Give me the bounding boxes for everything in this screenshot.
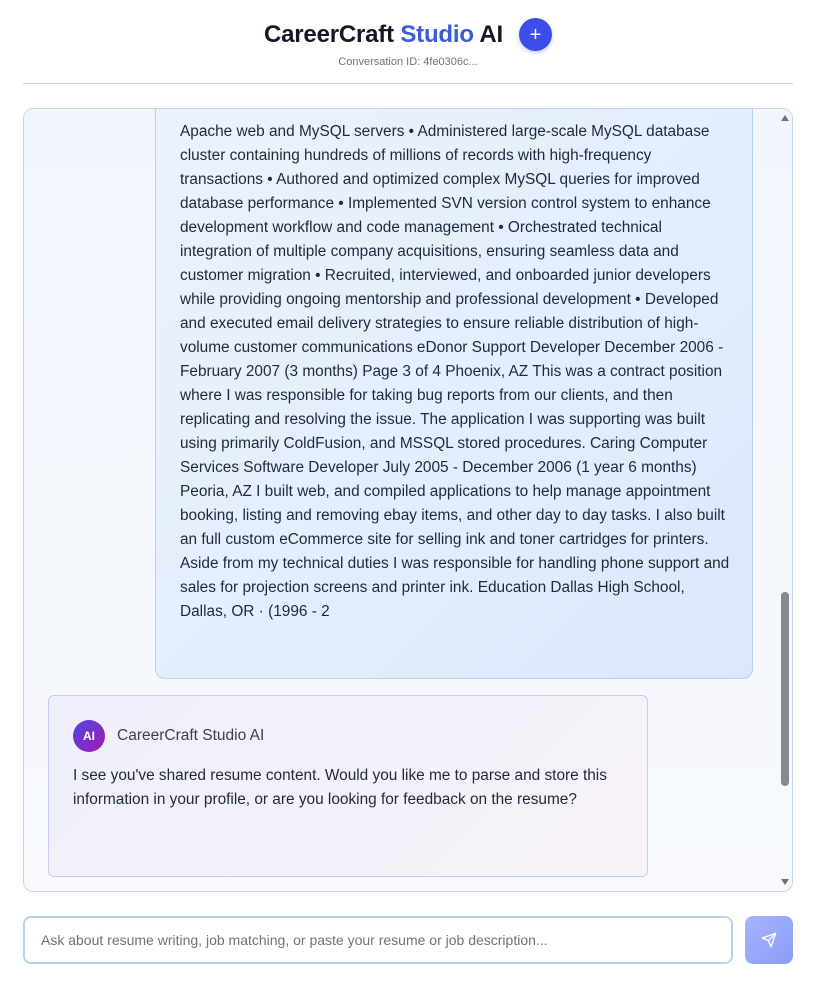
scroll-up-arrow-icon[interactable] (781, 115, 789, 121)
header-divider (23, 83, 793, 84)
plus-icon: + (529, 23, 542, 46)
message-input-container[interactable] (23, 916, 733, 964)
avatar: AI (73, 720, 105, 752)
app-header: CareerCraft Studio AI + Conversation ID:… (0, 0, 816, 84)
user-message: Apache web and MySQL servers • Administe… (155, 109, 753, 679)
app-title: CareerCraft Studio AI (264, 21, 503, 49)
scroll-thumb[interactable] (781, 592, 789, 786)
app-title-accent: Studio (400, 20, 474, 48)
message-input[interactable] (25, 918, 731, 962)
new-conversation-button[interactable]: + (518, 18, 552, 51)
conversation-id: Conversation ID: 4fe0306c... (338, 56, 478, 68)
chat-scrollbar[interactable] (778, 109, 792, 891)
send-button[interactable] (745, 916, 793, 964)
user-message-text: Apache web and MySQL servers • Administe… (180, 123, 730, 620)
app-title-main: CareerCraft (264, 20, 394, 48)
assistant-message: AI CareerCraft Studio AI I see you've sh… (48, 695, 648, 877)
app-title-end: AI (479, 20, 503, 48)
title-row: CareerCraft Studio AI + (0, 18, 816, 51)
assistant-message-text: I see you've shared resume content. Woul… (73, 767, 607, 808)
send-icon (761, 932, 777, 948)
scroll-down-arrow-icon[interactable] (781, 879, 789, 885)
assistant-message-header: AI CareerCraft Studio AI (73, 720, 264, 752)
chat-panel[interactable]: Apache web and MySQL servers • Administe… (23, 108, 793, 892)
assistant-name: CareerCraft Studio AI (117, 727, 265, 744)
